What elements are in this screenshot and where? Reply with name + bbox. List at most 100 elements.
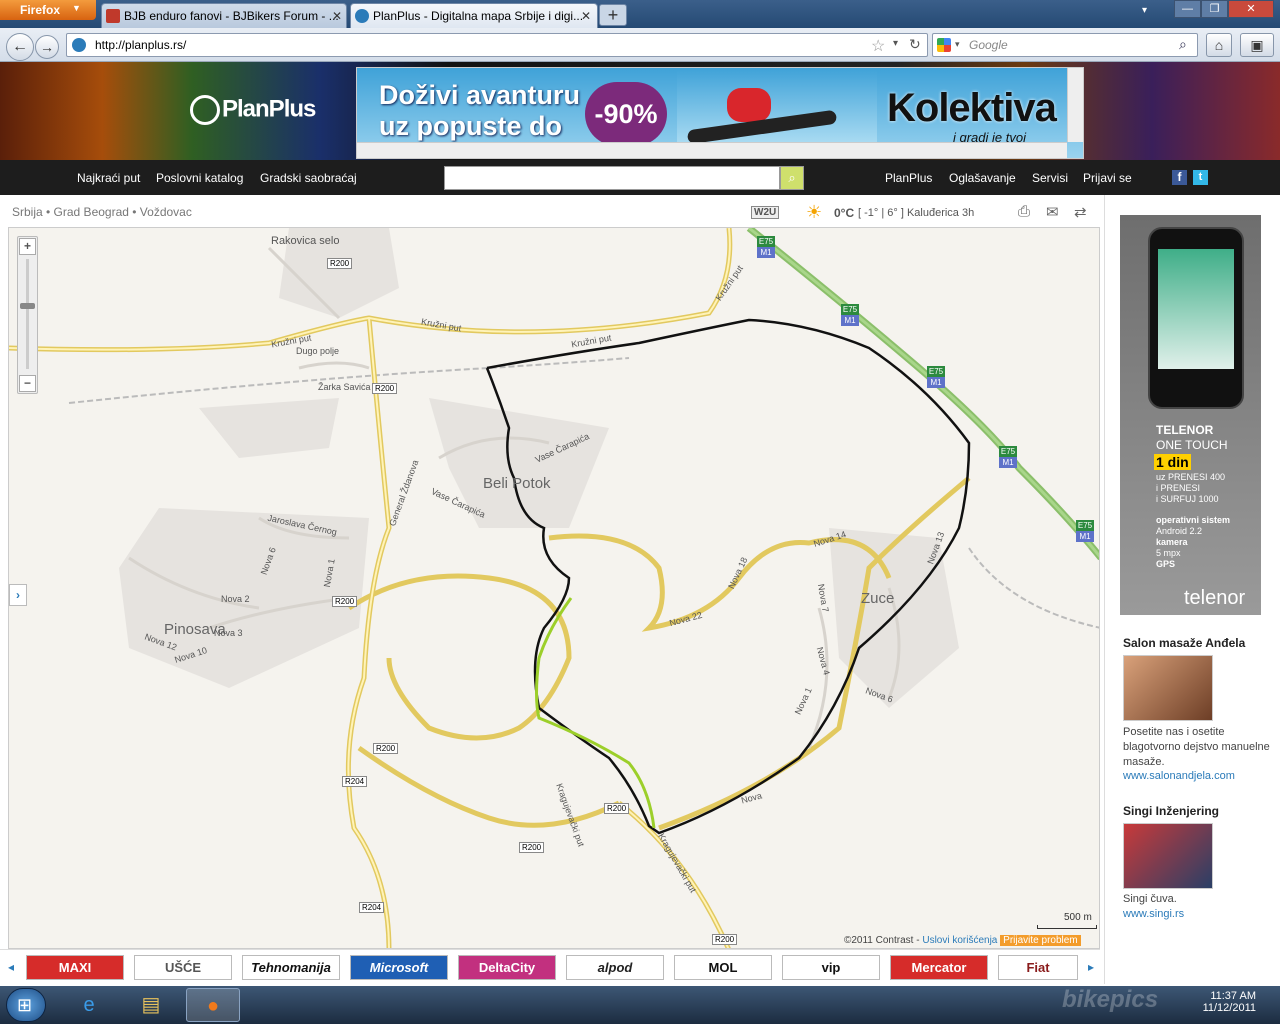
place-label: Dugo polje xyxy=(296,346,340,356)
terms-link[interactable]: Uslovi korišćenja xyxy=(922,935,997,946)
place-label-large: Zuce xyxy=(861,590,895,607)
bookmarks-button[interactable]: ▣ xyxy=(1240,33,1274,57)
site-search-button[interactable]: ⌕ xyxy=(780,166,804,190)
start-button[interactable]: ⊞ xyxy=(6,988,46,1022)
maximize-button[interactable]: ❐ xyxy=(1201,0,1228,18)
tab-label: PlanPlus - Digitalna mapa Srbije i digi.… xyxy=(373,9,584,23)
brand-logo-deltacity[interactable]: DeltaCity xyxy=(458,955,556,980)
reload-icon[interactable]: ↻ xyxy=(909,36,921,53)
menu-najkraci-put[interactable]: Najkraći put xyxy=(77,171,140,185)
firefox-taskbar-icon[interactable]: ● xyxy=(186,988,240,1022)
close-window-button[interactable]: ✕ xyxy=(1228,0,1274,18)
report-problem-button[interactable]: Prijavite problem xyxy=(1000,935,1081,946)
menu-planplus[interactable]: PlanPlus xyxy=(885,171,932,185)
map-attribution: ©2011 Contrast - Uslovi korišćenja Prija… xyxy=(844,935,1081,946)
minimize-button[interactable]: — xyxy=(1174,0,1201,18)
ad-sidebar: TELENOR ONE TOUCH 1 din uz PRENESI 400 i… xyxy=(1104,195,1280,984)
clock[interactable]: 11:37 AM 11/12/2011 xyxy=(1196,990,1256,1014)
map-canvas[interactable] xyxy=(9,228,1100,949)
planplus-favicon-icon xyxy=(355,9,369,23)
menu-prijavi-se[interactable]: Prijavi se xyxy=(1083,171,1132,185)
chevron-down-icon[interactable]: ▾ xyxy=(955,39,960,50)
map-view[interactable]: Rakovica selo Dugo polje Žarka Savića Be… xyxy=(8,227,1100,949)
chevron-right-icon[interactable]: ▸ xyxy=(1088,960,1094,974)
chevron-right-icon: › xyxy=(16,588,20,602)
highway-shield: E75 M1 xyxy=(999,446,1017,468)
planplus-logo[interactable]: PlanPlus xyxy=(190,95,316,125)
tab-bjb-forum[interactable]: BJB enduro fanovi - BJBikers Forum - ...… xyxy=(101,3,347,28)
ad-title[interactable]: Salon masaže Anđela xyxy=(1123,636,1245,650)
brand-logo-microsoft[interactable]: Microsoft xyxy=(350,955,448,980)
address-bar[interactable]: http://planplus.rs/ ☆ ▾ ↻ xyxy=(66,33,928,57)
firefox-menu-button[interactable]: Firefox ▼ xyxy=(0,0,96,20)
share-icon[interactable]: ⇄ xyxy=(1074,203,1087,221)
zoom-slider-handle[interactable] xyxy=(20,303,35,309)
file-explorer-icon[interactable]: ▤ xyxy=(124,988,178,1022)
kolektiva-banner-ad[interactable]: Doživi avanturu uz popuste do -90% Kolek… xyxy=(356,67,1084,159)
brand-logo-tehnomanija[interactable]: Tehnomanija xyxy=(242,955,340,980)
bookmark-star-icon[interactable]: ☆ xyxy=(871,36,885,56)
expand-panel-button[interactable]: › xyxy=(9,584,27,606)
close-icon[interactable]: ✕ xyxy=(330,9,344,23)
banner-horizontal-scrollbar[interactable] xyxy=(357,142,1067,158)
ad-title[interactable]: Singi Inženjering xyxy=(1123,804,1219,818)
print-icon[interactable]: ⎙ xyxy=(1018,203,1030,220)
close-icon[interactable]: ✕ xyxy=(579,9,593,23)
singi-ad-image[interactable] xyxy=(1123,823,1213,889)
tab-planplus[interactable]: PlanPlus - Digitalna mapa Srbije i digi.… xyxy=(350,3,598,28)
highway-shield: E75 M1 xyxy=(841,304,859,326)
logo-text: PlanPlus xyxy=(222,95,316,123)
site-search-input[interactable] xyxy=(444,166,780,190)
ad-brand: TELENOR xyxy=(1156,423,1214,437)
search-bar[interactable]: ▾ Google ⌕ xyxy=(932,33,1198,57)
back-button[interactable]: ← xyxy=(6,33,34,61)
ad-link[interactable]: www.salonandjela.com xyxy=(1123,770,1235,782)
search-icon[interactable]: ⌕ xyxy=(1179,36,1187,53)
forward-button[interactable]: → xyxy=(35,35,59,59)
history-dropdown-icon[interactable]: ▾ xyxy=(893,38,898,49)
email-icon[interactable]: ✉ xyxy=(1046,203,1059,221)
highway-shield: E75 M1 xyxy=(1076,520,1094,542)
tab-list-icon[interactable]: ▾ xyxy=(1142,5,1154,17)
ad-link[interactable]: www.singi.rs xyxy=(1123,908,1184,920)
place-label: Žarka Savića xyxy=(318,382,371,392)
brand-logo-fiat[interactable]: Fiat xyxy=(998,955,1078,980)
banner-vertical-scrollbar[interactable] xyxy=(1067,68,1083,142)
search-icon: ⌕ xyxy=(788,170,796,185)
w2u-logo[interactable]: W2U xyxy=(751,206,780,219)
place-label: Nova 2 xyxy=(221,594,250,604)
new-tab-button[interactable]: + xyxy=(599,4,627,26)
zoom-in-button[interactable]: + xyxy=(19,238,36,255)
chevron-down-icon: ▼ xyxy=(72,3,81,13)
zoom-slider-track[interactable] xyxy=(26,259,29,369)
planplus-logo-icon xyxy=(190,95,220,125)
menu-oglasavanje[interactable]: Oglašavanje xyxy=(949,171,1016,185)
brand-logo-maxi[interactable]: MAXI xyxy=(26,955,124,980)
road-shield: R200 xyxy=(373,743,399,754)
brand-logo-alpod[interactable]: alpod xyxy=(566,955,664,980)
road-shield: R200 xyxy=(712,934,738,945)
google-icon[interactable] xyxy=(937,38,951,52)
road-shield: R200 xyxy=(604,803,630,814)
highway-shield: E75 M1 xyxy=(927,366,945,388)
ad-specs: operativni sistem Android 2.2 kamera 5 m… xyxy=(1156,515,1231,569)
telenor-ad[interactable]: TELENOR ONE TOUCH 1 din uz PRENESI 400 i… xyxy=(1120,215,1261,615)
massage-ad-image[interactable] xyxy=(1123,655,1213,721)
place-label: Nova 3 xyxy=(214,628,243,638)
brand-logo-vip[interactable]: vip xyxy=(782,955,880,980)
zoom-out-button[interactable]: − xyxy=(19,375,36,392)
brand-logo-mercator[interactable]: Mercator xyxy=(890,955,988,980)
place-label: Rakovica selo xyxy=(271,235,340,247)
banner-headline-line2: uz popuste do xyxy=(379,111,562,141)
chevron-left-icon[interactable]: ◂ xyxy=(8,960,14,974)
twitter-icon[interactable]: t xyxy=(1193,170,1208,185)
facebook-icon[interactable]: f xyxy=(1172,170,1187,185)
menu-poslovni-katalog[interactable]: Poslovni katalog xyxy=(156,171,243,185)
bookmarks-icon: ▣ xyxy=(1250,37,1264,53)
menu-servisi[interactable]: Servisi xyxy=(1032,171,1068,185)
menu-gradski-saobracaj[interactable]: Gradski saobraćaj xyxy=(260,171,357,185)
internet-explorer-icon[interactable]: e xyxy=(62,988,116,1022)
brand-logo-mol[interactable]: MOL xyxy=(674,955,772,980)
brand-logo-usce[interactable]: UŠĆE xyxy=(134,955,232,980)
home-button[interactable]: ⌂ xyxy=(1206,33,1232,57)
